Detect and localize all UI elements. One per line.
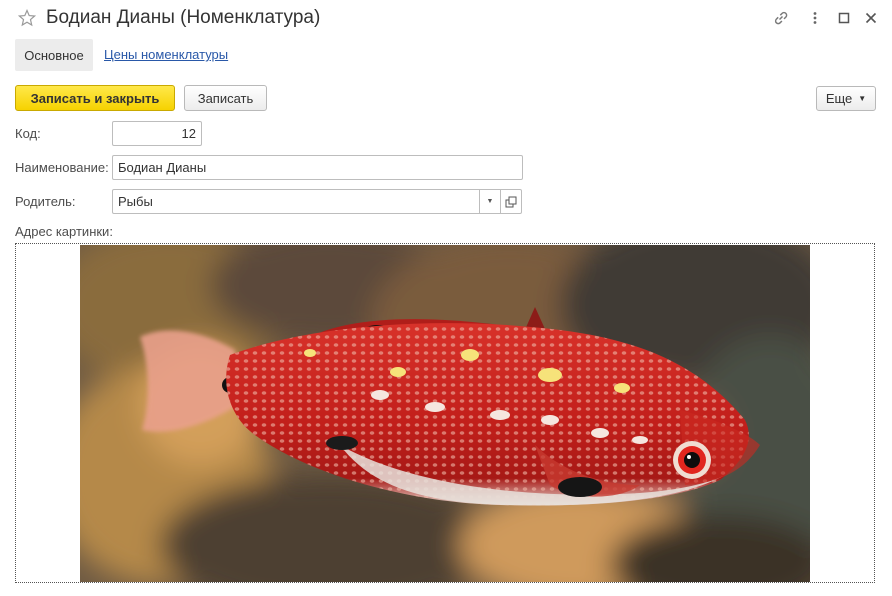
maximize-icon[interactable] <box>835 9 853 27</box>
name-field[interactable]: Бодиан Дианы <box>112 155 523 180</box>
save-button[interactable]: Записать <box>184 85 267 111</box>
parent-field[interactable]: Рыбы <box>112 189 480 214</box>
tab-main[interactable]: Основное <box>15 39 93 71</box>
link-icon[interactable] <box>772 9 790 27</box>
parent-open-button[interactable] <box>500 189 522 214</box>
open-icon <box>505 196 517 207</box>
parent-label: Родитель: <box>15 194 76 209</box>
more-button-label: Еще <box>825 91 853 106</box>
more-vertical-icon[interactable] <box>806 9 824 27</box>
close-icon[interactable] <box>862 9 880 27</box>
code-field[interactable]: 12 <box>112 121 202 146</box>
chevron-down-icon: ▼ <box>486 198 494 205</box>
more-button[interactable]: Еще ▼ <box>816 86 876 111</box>
picture-label: Адрес картинки: <box>15 224 113 239</box>
page-title: Бодиан Дианы (Номенклатура) <box>46 7 321 28</box>
name-label: Наименование: <box>15 160 109 175</box>
parent-dropdown-button[interactable]: ▼ <box>479 189 501 214</box>
star-icon[interactable] <box>18 9 36 27</box>
tab-main-label: Основное <box>24 47 84 63</box>
save-and-close-button[interactable]: Записать и закрыть <box>15 85 175 111</box>
chevron-down-icon: ▼ <box>858 94 867 103</box>
tab-item-prices[interactable]: Цены номенклатуры <box>104 47 228 62</box>
fish-image <box>80 245 810 582</box>
code-label: Код: <box>15 126 41 141</box>
